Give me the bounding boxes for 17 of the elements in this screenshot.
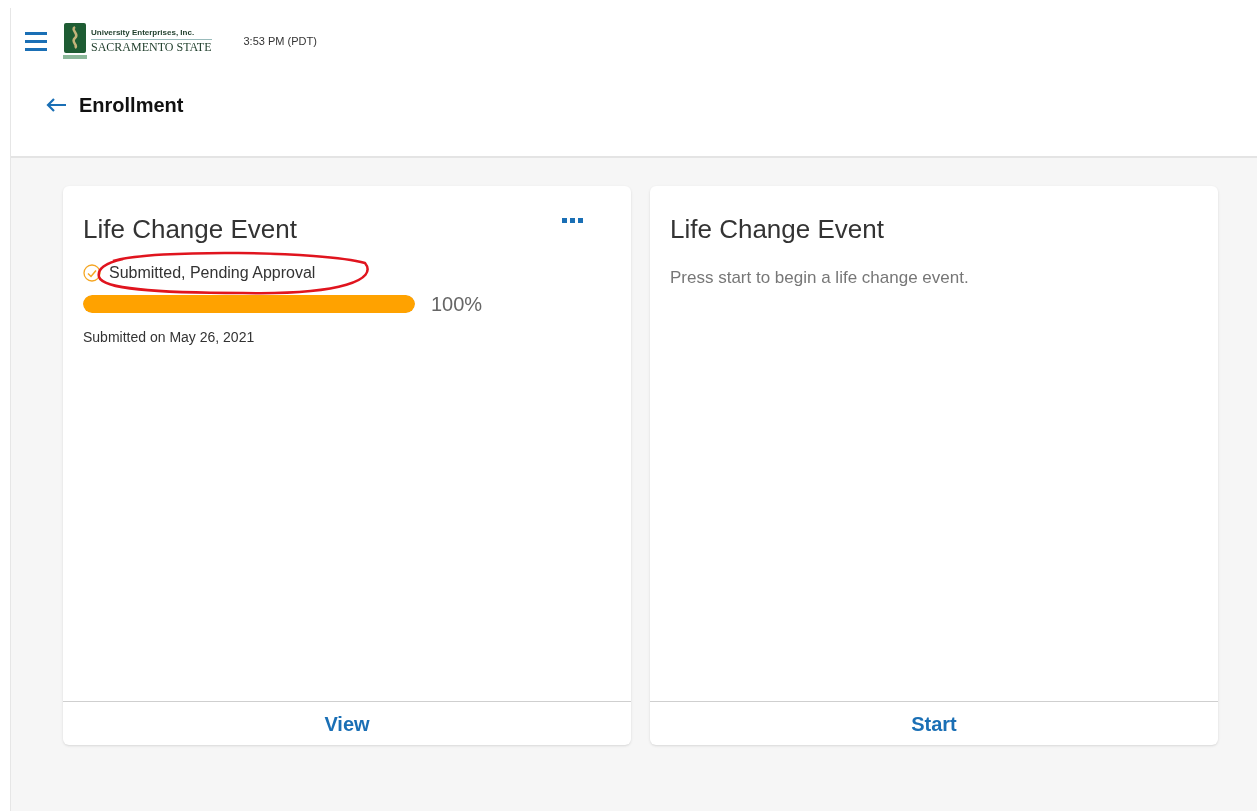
logo-icon: [63, 22, 87, 60]
card-title: Life Change Event: [670, 213, 884, 246]
status-text: Submitted, Pending Approval: [109, 263, 316, 283]
card-action-button[interactable]: View: [312, 708, 382, 739]
logo-title: SACRAMENTO STATE: [91, 39, 212, 53]
progress-percent: 100%: [431, 292, 483, 317]
submitted-date: Submitted on May 26, 2021: [83, 328, 256, 347]
card-title: Life Change Event: [83, 213, 297, 246]
menu-icon[interactable]: [25, 31, 47, 51]
page-title: Enrollment: [79, 93, 184, 118]
time-text: 3:53 PM (PDT): [243, 33, 317, 49]
back-arrow-icon[interactable]: [45, 97, 67, 113]
prompt-text: Press start to begin a life change event.: [670, 267, 970, 289]
check-icon: [83, 264, 101, 282]
more-icon[interactable]: [562, 218, 583, 223]
card-action-button[interactable]: Start: [899, 708, 969, 739]
logo-subtitle: University Enterprises, Inc.: [91, 29, 196, 37]
